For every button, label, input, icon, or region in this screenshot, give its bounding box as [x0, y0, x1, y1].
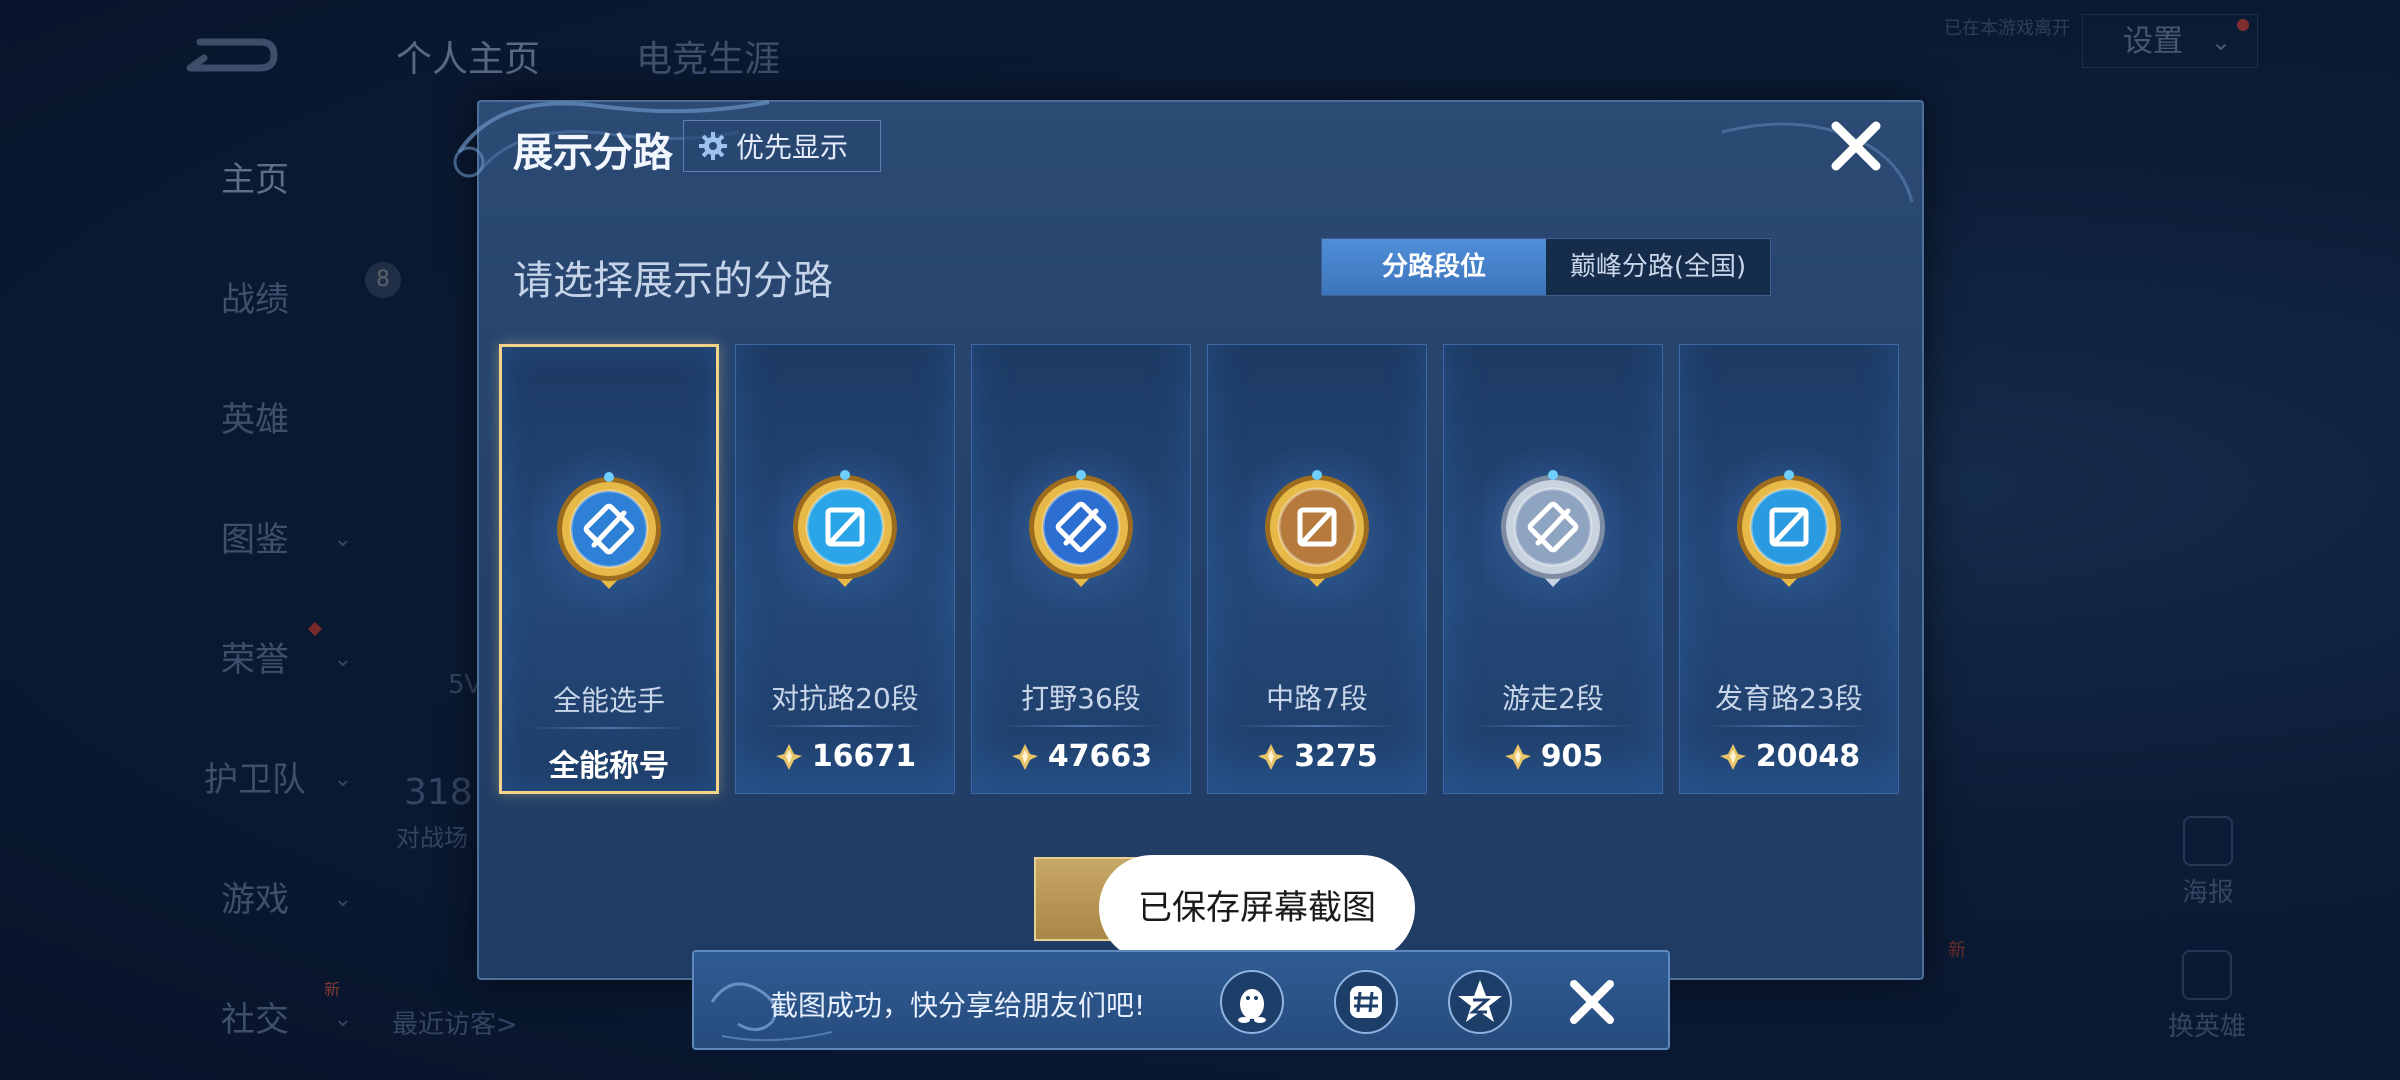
card-divider: [1706, 725, 1872, 727]
lane-value-text: 3275: [1294, 739, 1378, 774]
share-prompt-text: 截图成功，快分享给朋友们吧!: [770, 989, 1146, 1022]
card-divider: [1470, 725, 1636, 727]
jungle-badge-icon: [1029, 470, 1133, 587]
lane-value-text: 905: [1540, 739, 1604, 774]
share-bar: 截图成功，快分享给朋友们吧!: [692, 950, 1670, 1050]
close-share-icon[interactable]: [1564, 974, 1620, 1030]
card-divider: [762, 725, 928, 727]
section-title: 请选择展示的分路: [513, 258, 833, 304]
corner-swirl-decoration: [1721, 122, 1914, 203]
lane-rank-label: 发育路23段: [1715, 682, 1863, 715]
lane-rank-label: 打野36段: [1021, 682, 1141, 715]
lane-rank-label: 中路7段: [1266, 682, 1368, 715]
lane-value-text: 全能称号: [549, 749, 669, 784]
card-divider: [998, 725, 1164, 727]
farm-lane-badge-icon: [1737, 470, 1841, 587]
qq-icon[interactable]: [1218, 968, 1286, 1036]
moments-icon[interactable]: [1332, 968, 1400, 1036]
lane-card[interactable]: 打野36段 47663: [971, 344, 1191, 794]
lane-value: 47663: [972, 739, 1190, 774]
lane-display-dialog: 展示分路 优先显示 请选择展示的分路 分路段位 巅峰分路(全国) 全能选手全能称号…: [453, 100, 1924, 980]
screenshot-saved-toast: 已保存屏幕截图: [1099, 855, 1415, 961]
power-points-icon: [1258, 743, 1285, 770]
power-points-icon: [1504, 743, 1531, 770]
lane-card[interactable]: 全能选手 全能称号: [499, 344, 719, 794]
lane-value: 20048: [1680, 739, 1898, 774]
qzone-icon[interactable]: [1446, 968, 1514, 1036]
clash-lane-badge-icon: [793, 470, 897, 587]
lane-card[interactable]: 中路7段 3275: [1207, 344, 1427, 794]
tab-lane-rank[interactable]: 分路段位: [1322, 239, 1546, 295]
lane-rank-label: 对抗路20段: [771, 682, 919, 715]
lane-rank-label: 全能选手: [552, 684, 665, 717]
lane-card-list: 全能选手 全能称号 对抗路20段 16671 打野36段 47663 中路7段 3275 游走2…: [499, 344, 1899, 794]
gear-icon: [699, 132, 727, 160]
lane-value: 全能称号: [502, 741, 716, 785]
roam-badge-icon: [1501, 470, 1605, 587]
versatile-badge-icon: [557, 472, 661, 589]
lane-rank-label: 游走2段: [1502, 682, 1604, 715]
mid-lane-badge-icon: [1265, 470, 1369, 587]
dialog-title: 展示分路: [513, 130, 673, 176]
power-points-icon: [1011, 743, 1038, 770]
close-icon[interactable]: [1826, 116, 1886, 176]
lane-value: 3275: [1208, 739, 1426, 774]
lane-card[interactable]: 对抗路20段 16671: [735, 344, 955, 794]
lane-card[interactable]: 发育路23段 20048: [1679, 344, 1899, 794]
lane-card[interactable]: 游走2段 905: [1443, 344, 1663, 794]
lane-value-text: 47663: [1047, 739, 1153, 774]
lane-value: 905: [1444, 739, 1662, 774]
card-divider: [528, 727, 690, 729]
power-points-icon: [1719, 743, 1746, 770]
power-points-icon: [775, 743, 802, 770]
lane-value: 16671: [736, 739, 954, 774]
tab-peak-lane-national[interactable]: 巅峰分路(全国): [1546, 239, 1770, 295]
priority-display-label: 优先显示: [736, 131, 849, 164]
card-divider: [1234, 725, 1400, 727]
priority-display-button[interactable]: 优先显示: [683, 120, 881, 172]
lane-value-text: 20048: [1755, 739, 1861, 774]
lane-value-text: 16671: [811, 739, 917, 774]
lane-mode-toggle: 分路段位 巅峰分路(全国): [1321, 238, 1771, 296]
